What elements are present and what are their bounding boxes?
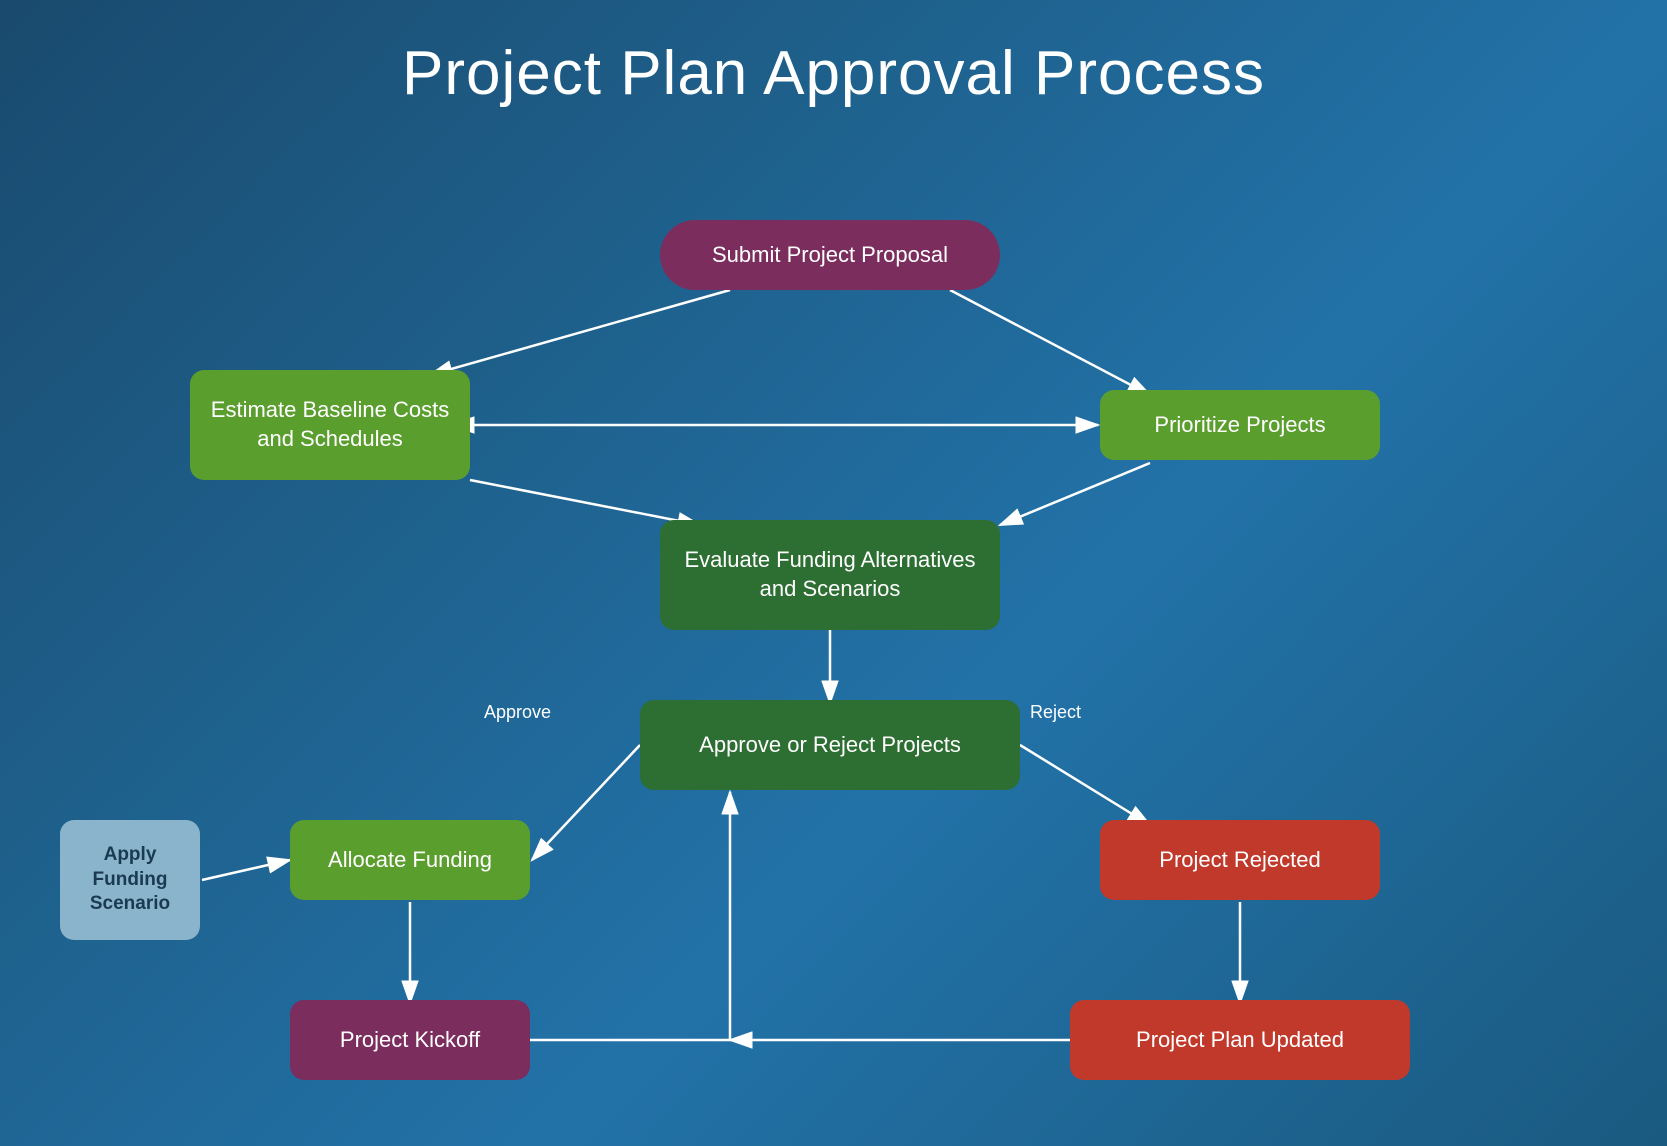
node-submit: Submit Project Proposal <box>660 220 1000 290</box>
node-apply-funding: Apply Funding Scenario <box>60 820 200 940</box>
diagram-area: Approve Reject Submit Project Proposal E… <box>0 160 1667 1146</box>
node-plan-updated: Project Plan Updated <box>1070 1000 1410 1080</box>
node-rejected: Project Rejected <box>1100 820 1380 900</box>
arrows-svg: Approve Reject <box>0 160 1667 1146</box>
node-approve-reject: Approve or Reject Projects <box>640 700 1020 790</box>
reject-label: Reject <box>1030 702 1081 722</box>
approve-label: Approve <box>484 702 551 722</box>
node-estimate: Estimate Baseline Costs and Schedules <box>190 370 470 480</box>
node-project-kickoff: Project Kickoff <box>290 1000 530 1080</box>
node-evaluate: Evaluate Funding Alternatives and Scenar… <box>660 520 1000 630</box>
node-prioritize: Prioritize Projects <box>1100 390 1380 460</box>
page-title: Project Plan Approval Process <box>0 0 1667 109</box>
node-allocate: Allocate Funding <box>290 820 530 900</box>
